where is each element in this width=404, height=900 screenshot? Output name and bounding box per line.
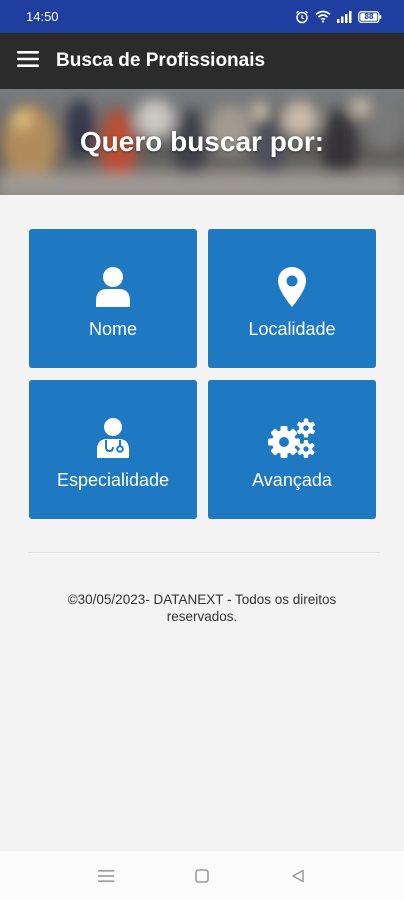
back-triangle-icon xyxy=(292,869,304,882)
status-time: 14:50 xyxy=(26,9,59,24)
app-title: Busca de Profissionais xyxy=(56,50,266,71)
home-button[interactable] xyxy=(154,868,250,883)
hero-title: Quero buscar por: xyxy=(79,126,325,157)
advanced-search-button[interactable]: Avançada xyxy=(208,380,376,519)
search-by-specialty-button[interactable]: Especialidade xyxy=(29,380,197,519)
battery-level: 88 xyxy=(364,11,374,21)
alarm-icon xyxy=(295,10,309,24)
user-icon xyxy=(96,267,130,307)
wifi-icon xyxy=(315,10,331,23)
search-by-name-button[interactable]: Nome xyxy=(29,229,197,368)
system-navigation-bar xyxy=(0,851,404,900)
status-bar: 14:50 88 xyxy=(0,0,404,33)
tile-label: Avançada xyxy=(252,470,332,490)
search-by-location-button[interactable]: Localidade xyxy=(208,229,376,368)
menu-button[interactable] xyxy=(0,33,56,89)
signal-icon xyxy=(337,10,352,23)
recent-apps-button[interactable] xyxy=(58,869,154,883)
gears-icon xyxy=(268,418,315,458)
recents-menu-icon xyxy=(98,869,114,882)
tile-label: Especialidade xyxy=(56,470,170,490)
status-icons: 88 xyxy=(295,10,382,24)
tile-label: Localidade xyxy=(248,319,336,339)
divider xyxy=(28,552,380,553)
hero-banner: Quero buscar por: xyxy=(0,89,404,195)
map-marker-icon xyxy=(278,267,306,307)
back-button[interactable] xyxy=(250,869,346,883)
home-square-icon xyxy=(195,868,209,883)
battery-icon: 88 xyxy=(358,10,382,23)
doctor-icon xyxy=(97,418,129,458)
copyright-footer: ©30/05/2023- DATANEXT - Todos os direito… xyxy=(67,592,337,624)
app-bar: Busca de Profissionais xyxy=(0,33,404,89)
hamburger-menu-icon xyxy=(17,50,39,72)
tile-label: Nome xyxy=(88,319,137,339)
